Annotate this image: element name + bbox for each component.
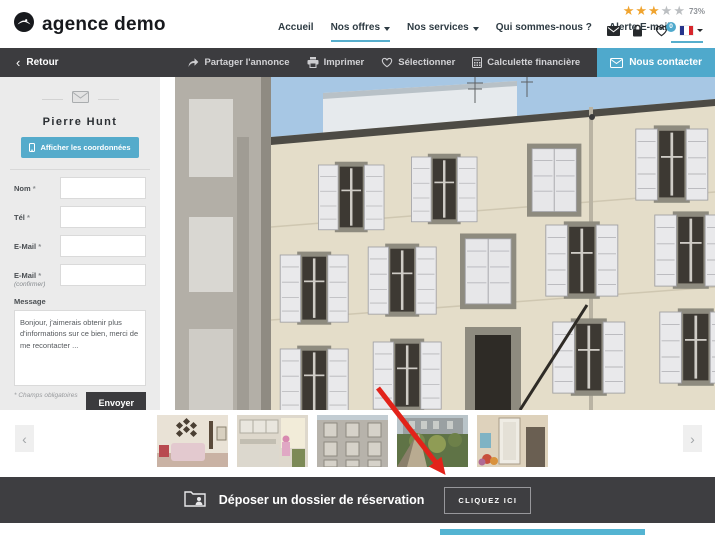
header-quick-icons: 0 bbox=[607, 24, 703, 37]
message-textarea[interactable]: Bonjour, j'aimerais obtenir plus d'infor… bbox=[14, 310, 146, 386]
nav-accueil[interactable]: Accueil bbox=[278, 22, 314, 33]
bottom-strip bbox=[0, 523, 715, 535]
lock-icon[interactable] bbox=[632, 24, 643, 37]
calculator-button[interactable]: Calculette financière bbox=[472, 57, 580, 68]
form-row-tel: Tél * bbox=[14, 206, 146, 228]
rating-percent: 73% bbox=[689, 7, 705, 16]
select-button[interactable]: Sélectionner bbox=[381, 57, 455, 68]
phone-icon bbox=[29, 143, 35, 152]
star-icon: ★ bbox=[673, 3, 685, 19]
french-flag-icon bbox=[680, 26, 693, 35]
language-active-underline bbox=[671, 41, 703, 43]
gallery-next-button[interactable]: › bbox=[683, 425, 702, 452]
required-mark: * bbox=[27, 213, 30, 222]
star-icon: ★ bbox=[635, 3, 647, 19]
contact-sidebar: Pierre Hunt Afficher les coordonnées Nom… bbox=[0, 77, 160, 410]
nav-nos-offres[interactable]: Nos offres bbox=[331, 22, 390, 33]
printer-icon bbox=[307, 57, 319, 68]
chevron-down-icon bbox=[384, 27, 390, 31]
required-mark: * bbox=[33, 184, 36, 193]
agent-header bbox=[14, 90, 146, 108]
star-icon: ★ bbox=[648, 3, 660, 19]
envelope-icon bbox=[72, 90, 89, 108]
thumbnail-garden[interactable] bbox=[397, 415, 468, 467]
form-row-email: E-Mail * bbox=[14, 235, 146, 257]
agency-rating: ★★★★★ 73% bbox=[622, 3, 705, 19]
messages-envelope-icon[interactable] bbox=[607, 26, 620, 36]
field-label-email-confirm: E-Mail *(confirmer) bbox=[14, 264, 60, 289]
chevron-down-icon bbox=[473, 27, 479, 31]
calculator-label: Calculette financière bbox=[487, 57, 580, 68]
contact-label: Nous contacter bbox=[629, 57, 702, 68]
star-icon: ★ bbox=[661, 3, 673, 19]
brand-logo-link[interactable]: agence demo bbox=[13, 11, 166, 38]
back-button[interactable]: ‹ Retour bbox=[16, 56, 59, 69]
form-footer: * Champs obligatoires Envoyer bbox=[14, 392, 146, 410]
form-row-nom: Nom * bbox=[14, 177, 146, 199]
property-listing-page: agence demo Accueil Nos offres Nos servi… bbox=[0, 0, 715, 535]
nav-label: Accueil bbox=[278, 22, 314, 33]
envelope-icon bbox=[610, 58, 623, 68]
back-label: Retour bbox=[26, 57, 58, 68]
email-confirm-input[interactable] bbox=[60, 264, 146, 286]
site-header: agence demo Accueil Nos offres Nos servi… bbox=[0, 0, 715, 48]
show-contact-details-label: Afficher les coordonnées bbox=[40, 143, 130, 152]
reservation-bar: Déposer un dossier de réservation CLIQUE… bbox=[0, 477, 715, 523]
field-label-nom: Nom * bbox=[14, 177, 60, 199]
language-selector[interactable] bbox=[680, 26, 703, 35]
gallery-prev-button[interactable]: ‹ bbox=[15, 425, 34, 452]
show-contact-details-button[interactable]: Afficher les coordonnées bbox=[21, 137, 138, 158]
nom-input[interactable] bbox=[60, 177, 146, 199]
toolbar-actions: Partager l'annonce Imprimer Sélectionner… bbox=[187, 48, 715, 77]
decorative-line bbox=[42, 99, 63, 100]
contact-button[interactable]: Nous contacter bbox=[597, 48, 715, 77]
required-fields-note: * Champs obligatoires bbox=[14, 392, 78, 399]
nav-label: Nos offres bbox=[331, 22, 380, 33]
bottom-accent-bar bbox=[440, 529, 645, 535]
agency-logo-icon bbox=[13, 11, 35, 38]
required-mark: * bbox=[38, 271, 41, 280]
share-icon bbox=[187, 57, 199, 68]
decorative-line bbox=[98, 99, 119, 100]
thumbnail-building-facade[interactable] bbox=[317, 415, 388, 467]
thumbnail-kitchen[interactable] bbox=[237, 415, 308, 467]
star-icon: ★ bbox=[623, 3, 635, 19]
print-label: Imprimer bbox=[324, 57, 365, 68]
field-label-tel: Tél * bbox=[14, 206, 60, 228]
field-sublabel: (confirmer) bbox=[14, 281, 60, 289]
property-main-photo[interactable] bbox=[175, 77, 715, 410]
divider bbox=[10, 169, 150, 170]
reservation-label: Déposer un dossier de réservation bbox=[219, 493, 425, 507]
nav-label: Nos services bbox=[407, 22, 469, 33]
nav-qui-sommes-nous[interactable]: Qui sommes-nous ? bbox=[496, 22, 592, 33]
chevron-left-icon: ‹ bbox=[16, 56, 20, 69]
print-button[interactable]: Imprimer bbox=[307, 57, 365, 68]
share-label: Partager l'annonce bbox=[204, 57, 289, 68]
heart-icon bbox=[381, 57, 393, 68]
email-input[interactable] bbox=[60, 235, 146, 257]
chevron-right-icon: › bbox=[690, 431, 695, 447]
chevron-down-icon bbox=[697, 29, 703, 32]
nav-nos-services[interactable]: Nos services bbox=[407, 22, 479, 33]
thumbnail-bedroom-door[interactable] bbox=[477, 415, 548, 467]
tel-input[interactable] bbox=[60, 206, 146, 228]
thumbnail-bedroom[interactable] bbox=[157, 415, 228, 467]
favorites-count-badge: 0 bbox=[666, 22, 676, 32]
favorites-heart-icon[interactable]: 0 bbox=[655, 25, 668, 37]
select-label: Sélectionner bbox=[398, 57, 455, 68]
message-label: Message bbox=[14, 297, 146, 306]
brand-name: agence demo bbox=[42, 14, 166, 36]
field-label-email: E-Mail * bbox=[14, 235, 60, 257]
dossier-folder-icon bbox=[184, 489, 206, 512]
agent-name: Pierre Hunt bbox=[14, 116, 146, 128]
cliquez-ici-button[interactable]: CLIQUEZ ICI bbox=[444, 487, 531, 514]
nav-label: Qui sommes-nous ? bbox=[496, 22, 592, 33]
required-mark: * bbox=[38, 242, 41, 251]
listing-toolbar: ‹ Retour Partager l'annonce Imprimer Sél… bbox=[0, 48, 715, 77]
share-button[interactable]: Partager l'annonce bbox=[187, 57, 289, 68]
calculator-icon bbox=[472, 57, 482, 68]
form-row-email-confirm: E-Mail *(confirmer) bbox=[14, 264, 146, 289]
send-button[interactable]: Envoyer bbox=[86, 392, 146, 410]
chevron-left-icon: ‹ bbox=[22, 431, 27, 447]
